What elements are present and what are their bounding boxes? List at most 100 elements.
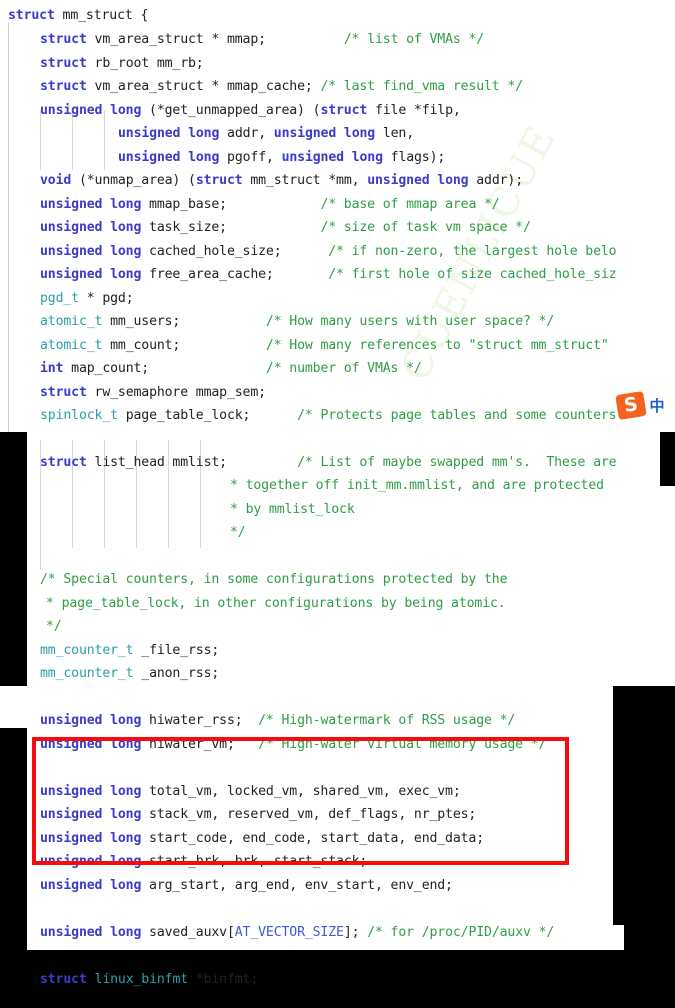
code-token: /* How many references to "struct mm_str… [265,338,609,353]
code-line[interactable]: pgd_t * pgd; [40,287,134,311]
code-token: file *filp, [367,103,461,118]
code-token: /* size of task vm space */ [320,220,531,235]
code-line[interactable]: unsigned long addr, unsigned long len, [118,122,414,146]
code-token: vm_area_struct * mmap; [86,32,267,47]
code-line[interactable]: unsigned long task_size; /* size of task… [40,216,531,240]
code-token: mm_count; [102,338,181,353]
code-line[interactable]: struct mm_struct { [8,4,148,28]
code-token: /* How many users with user space? */ [265,314,555,329]
code-token: saved_auxv[ [141,925,235,940]
code-token: { [132,8,149,23]
code-line[interactable]: struct linux_binfmt *binfmt; [40,968,258,992]
code-line[interactable]: unsigned long arg_start, arg_end, env_st… [40,874,453,898]
code-line[interactable]: */ [46,615,62,639]
code-token: vm_area_struct * mmap_cache; [86,79,321,94]
code-token: pgd_t [40,291,79,306]
code-line[interactable]: atomic_t mm_count; /* How many reference… [40,334,609,358]
code-line[interactable]: /* Special counters, in some configurati… [40,568,508,592]
code-token: arg_start, arg_end, env_start, env_end; [141,878,453,893]
code-token: len, [375,126,415,141]
code-token: atomic_t [40,314,103,329]
code-token: * page_table_lock, in other configuratio… [46,596,506,611]
code-line[interactable]: unsigned long free_area_cache; /* first … [40,263,617,287]
code-line[interactable]: unsigned long pgoff, unsigned long flags… [118,146,445,170]
code-token: atomic_t [40,338,103,353]
code-line[interactable]: struct vm_area_struct * mmap; /* list of… [40,28,484,52]
code-line[interactable]: * by mmlist_lock [230,498,355,522]
code-token: mm_counter_t [40,643,134,658]
code-token: struct [195,173,243,188]
code-token: map_count; [63,361,150,376]
code-token: flags); [382,150,446,165]
code-line[interactable]: unsigned long (*get_unmapped_area) (stru… [40,99,461,123]
ime-chinese-mode-icon[interactable]: 中 [647,396,667,416]
code-token: */ [230,525,246,540]
code-token: linux_binfmt [94,972,189,987]
code-line[interactable]: int map_count; /* number of VMAs */ [40,357,422,381]
code-line[interactable]: void (*unmap_area) (struct mm_struct *mm… [40,169,523,193]
code-token: (*unmap_area) ( [71,173,196,188]
code-token: unsigned long [367,173,469,188]
code-token: /* for /proc/PID/auxv */ [367,925,555,940]
code-line[interactable]: unsigned long cached_hole_size; /* if no… [40,240,617,264]
code-line[interactable]: mm_counter_t _file_rss; [40,639,219,663]
code-line[interactable]: unsigned long hiwater_rss; /* High-water… [40,709,515,733]
code-token: unsigned long [40,103,142,118]
code-token: page_table_lock; [117,408,251,423]
code-token: mm_users; [102,314,181,329]
code-token: unsigned long [40,878,142,893]
code-token: struct [40,56,87,71]
code-token: ]; [343,925,368,940]
code-token: void [40,173,72,188]
code-token: mm_struct *mm, [242,173,368,188]
code-line[interactable]: struct list_head mmlist; /* List of mayb… [40,451,617,475]
code-token: /* Special counters, in some configurati… [40,572,508,587]
code-line[interactable]: * together off init_mm.mmlist, and are p… [230,474,604,498]
code-token: struct [40,455,87,470]
code-token: free_area_cache; [141,267,274,282]
code-token: mm_struct [62,8,133,23]
code-token: mm_counter_t [40,666,134,681]
code-token: _anon_rss; [133,666,220,681]
code-line[interactable]: atomic_t mm_users; /* How many users wit… [40,310,554,334]
code-token: * together off init_mm.mmlist, and are p… [230,478,604,493]
code-token: unsigned long [118,126,220,141]
code-token: rw_semaphore mmap_sem; [86,385,267,400]
code-token: unsigned long [118,150,220,165]
code-line[interactable]: */ [230,521,246,545]
ime-indicator[interactable]: S 中 [615,390,669,421]
code-line[interactable]: struct vm_area_struct * mmap_cache; /* l… [40,75,523,99]
red-annotation-box [32,737,569,865]
code-line[interactable]: unsigned long saved_auxv[AT_VECTOR_SIZE]… [40,921,554,945]
code-token: unsigned long [40,713,142,728]
code-line[interactable]: spinlock_t page_table_lock; /* Protects … [40,404,617,428]
code-token: /* Protects page tables and some counter… [297,408,617,423]
code-token: /* list of VMAs */ [343,32,485,47]
code-token: struct [40,385,87,400]
code-line[interactable]: mm_counter_t _anon_rss; [40,662,219,686]
code-token: addr); [468,173,523,188]
code-token: struct [320,103,368,118]
code-token: pgoff, [219,150,282,165]
code-line[interactable]: struct rw_semaphore mmap_sem; [40,381,266,405]
code-line[interactable]: * page_table_lock, in other configuratio… [46,592,506,616]
code-line[interactable]: struct rb_root mm_rb; [40,52,204,76]
code-token: spinlock_t [40,408,118,423]
code-token: task_size; [141,220,227,235]
code-token: struct [40,79,87,94]
code-line[interactable]: unsigned long mmap_base; /* base of mmap… [40,193,500,217]
code-token: struct [40,32,87,47]
code-token: _file_rss; [133,643,220,658]
screenshot-root: CUENLICUE struct mm_struct {struct vm_ar… [0,0,675,1008]
